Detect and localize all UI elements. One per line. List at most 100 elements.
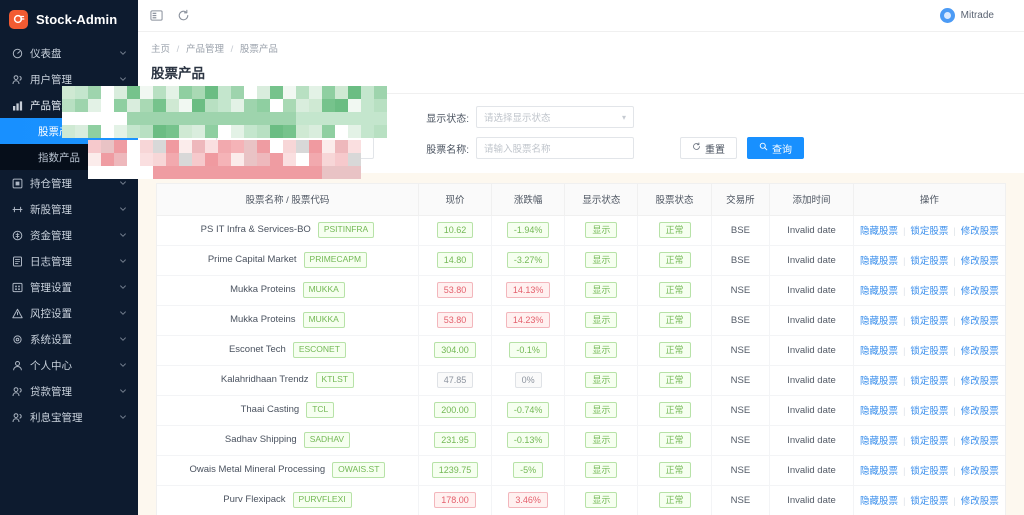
edit-stock-link[interactable]: 修改股票 [961,256,999,267]
cell-price-tag: 178.00 [434,491,476,509]
hide-stock-link[interactable]: 隐藏股票 [860,256,898,267]
hide-stock-link[interactable]: 隐藏股票 [860,286,898,297]
chevron-down-icon [119,309,128,317]
cell-stock-status: 正常 [637,305,712,336]
lock-stock-link[interactable]: 锁定股票 [910,436,948,447]
edit-stock-link[interactable]: 修改股票 [961,346,999,357]
sidebar-item-10[interactable]: 系统设置 [0,326,138,352]
search-button[interactable]: 查询 [747,137,804,159]
sidebar-item-label: 新股管理 [30,203,72,216]
cell-price: 231.95 [418,425,493,456]
sidebar-subitem-2[interactable]: 指数产品 [0,144,138,170]
breadcrumb-home[interactable]: 主页 [151,44,170,55]
edit-stock-link[interactable]: 修改股票 [961,376,999,387]
sidebar-item-5[interactable]: 新股管理 [0,196,138,222]
show-status-select[interactable]: 请选择显示状态 ▾ [476,106,634,128]
reset-button[interactable]: 重置 [680,137,737,159]
main-area: Mitrade 主页 / 产品管理 / 股票产品 股票产品 ▾ 显示状态: 请选… [138,0,1024,515]
edit-stock-link[interactable]: 修改股票 [961,406,999,417]
cell-stock-name: Esconet Tech ESCONET [157,335,419,366]
sidebar-item-13[interactable]: 利息宝管理 [0,404,138,430]
sidebar-item-3[interactable]: 产品管理 [0,92,138,118]
hide-stock-link[interactable]: 隐藏股票 [860,316,898,327]
sidebar-item-7[interactable]: 日志管理 [0,248,138,274]
edit-stock-link[interactable]: 修改股票 [961,466,999,477]
hide-stock-link[interactable]: 隐藏股票 [860,466,898,477]
cell-added-time: Invalid date [769,305,854,336]
stock-code-tag: PRIMECAPM [303,252,368,268]
cell-price: 178.00 [418,485,493,515]
sidebar-item-11[interactable]: 个人中心 [0,352,138,378]
cell-operations: 隐藏股票 | 锁定股票 | 修改股票 [853,305,1005,336]
sidebar-nav: 仪表盘 用户管理 产品管理股票产品指数产品 持仓管理新股管理资金管理 日志管理 管理设置风… [0,38,138,430]
cell-show-status-tag: 显示 [585,431,618,449]
sidebar-item-4[interactable]: 持仓管理 [0,170,138,196]
cell-stock-status: 正常 [637,395,712,426]
menu-collapse-icon[interactable] [150,9,163,22]
action-separator: | [953,406,956,416]
cell-exchange: NSE [711,365,771,396]
action-separator: | [953,376,956,386]
sidebar-item-1[interactable]: 仪表盘 [0,40,138,66]
lock-stock-link[interactable]: 锁定股票 [910,316,948,327]
column-header-2: 现价 [418,184,493,216]
cell-stock-name: Thaai Casting TCL [157,395,419,426]
cell-price: 47.85 [418,365,493,396]
lock-stock-link[interactable]: 锁定股票 [910,496,948,507]
column-header-5: 股票状态 [637,184,712,216]
edit-stock-link[interactable]: 修改股票 [961,226,999,237]
sidebar-item-label: 个人中心 [30,359,72,372]
cell-exchange: NSE [711,485,771,515]
sidebar-item-2[interactable]: 用户管理 [0,66,138,92]
cell-operations: 隐藏股票 | 锁定股票 | 修改股票 [853,215,1005,246]
cell-price-tag: 14.80 [436,251,474,269]
column-header-4: 显示状态 [564,184,639,216]
hide-stock-link[interactable]: 隐藏股票 [860,496,898,507]
lock-stock-link[interactable]: 锁定股票 [910,466,948,477]
hide-stock-link[interactable]: 隐藏股票 [860,226,898,237]
column-header-8: 操作 [853,184,1005,216]
filter-row-1: ▾ 显示状态: 请选择显示状态 ▾ [154,106,1008,128]
lock-stock-link[interactable]: 锁定股票 [910,376,948,387]
lock-stock-link[interactable]: 锁定股票 [910,226,948,237]
stock-name-input[interactable]: 请输入股票名称 [476,137,634,159]
sidebar-item-6[interactable]: 资金管理 [0,222,138,248]
sidebar-subitem-1[interactable]: 股票产品 [0,118,138,144]
hide-stock-link[interactable]: 隐藏股票 [860,436,898,447]
chevron-down-icon [119,335,128,343]
stock-code-tag: ESCONET [292,342,346,358]
filter-input-hidden-2[interactable] [216,137,374,159]
brand-logo[interactable]: Stock-Admin [0,0,138,38]
hide-stock-link[interactable]: 隐藏股票 [860,346,898,357]
action-separator: | [953,256,956,266]
cell-exchange: NSE [711,335,771,366]
cell-show-status: 显示 [564,485,639,515]
chevron-down-icon [119,205,128,213]
edit-stock-link[interactable]: 修改股票 [961,286,999,297]
hide-stock-link[interactable]: 隐藏股票 [860,406,898,417]
action-separator: | [953,316,956,326]
edit-stock-link[interactable]: 修改股票 [961,436,999,447]
cell-price-tag: 53.80 [436,311,474,329]
sidebar-subitem-label: 股票产品 [38,125,80,138]
refresh-icon[interactable] [177,9,190,22]
table-row: Purv Flexipack PURVFLEXI 178.00 3.46% 显示 正常 NS… [157,485,1005,515]
cell-show-status: 显示 [564,275,639,306]
lock-stock-link[interactable]: 锁定股票 [910,346,948,357]
cell-price: 53.80 [418,275,493,306]
ipo-icon [12,204,23,215]
sidebar-item-12[interactable]: 贷款管理 [0,378,138,404]
lock-stock-link[interactable]: 锁定股票 [910,256,948,267]
user-menu[interactable]: Mitrade [939,8,1012,23]
lock-stock-link[interactable]: 锁定股票 [910,286,948,297]
edit-stock-link[interactable]: 修改股票 [961,496,999,507]
sidebar-item-9[interactable]: 风控设置 [0,300,138,326]
filter-select-hidden-1[interactable]: ▾ [216,106,374,128]
edit-stock-link[interactable]: 修改股票 [961,316,999,327]
sidebar-item-8[interactable]: 管理设置 [0,274,138,300]
hide-stock-link[interactable]: 隐藏股票 [860,376,898,387]
breadcrumb-section[interactable]: 产品管理 [186,44,224,55]
cell-show-status: 显示 [564,455,639,486]
lock-stock-link[interactable]: 锁定股票 [910,406,948,417]
warning-triangle-icon [12,308,23,319]
